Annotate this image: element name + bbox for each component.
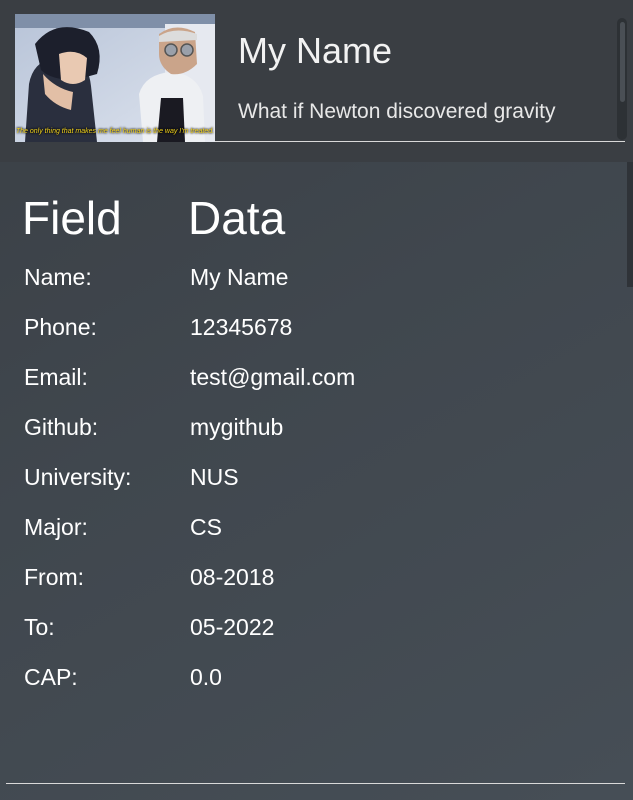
table-row: Email: test@gmail.com: [0, 352, 633, 402]
table-row: CAP: 0.0: [0, 652, 633, 702]
field-value: CS: [190, 514, 222, 540]
column-header-field: Field: [22, 192, 122, 244]
header-scroll-thumb[interactable]: [620, 22, 625, 102]
details-table: Name: My Name Phone: 12345678 Email: tes…: [0, 252, 633, 702]
bottom-divider: [6, 783, 625, 784]
field-label: Major:: [24, 514, 88, 540]
field-value: 0.0: [190, 664, 222, 690]
field-value: NUS: [190, 464, 239, 490]
field-label: CAP:: [24, 664, 78, 690]
profile-name: My Name: [238, 30, 393, 71]
profile-tagline: What if Newton discovered gravity: [238, 100, 556, 123]
field-value: 12345678: [190, 314, 293, 340]
field-label: Github:: [24, 414, 99, 440]
table-row: Github: mygithub: [0, 402, 633, 452]
field-value: 05-2022: [190, 614, 275, 640]
field-label: To:: [24, 614, 55, 640]
table-row: Phone: 12345678: [0, 302, 633, 352]
field-value: mygithub: [190, 414, 284, 440]
table-row: To: 05-2022: [0, 602, 633, 652]
field-label: Phone:: [24, 314, 97, 340]
header-divider: [215, 141, 625, 142]
field-label: Email:: [24, 364, 88, 390]
table-row: From: 08-2018: [0, 552, 633, 602]
column-header-data: Data: [188, 192, 286, 244]
field-label: Name:: [24, 264, 92, 290]
field-value: 08-2018: [190, 564, 275, 590]
field-value: My Name: [190, 264, 289, 290]
field-label: From:: [24, 564, 85, 590]
table-row: University: NUS: [0, 452, 633, 502]
table-row: Major: CS: [0, 502, 633, 552]
field-label: University:: [24, 464, 132, 490]
table-row: Name: My Name: [0, 252, 633, 302]
field-value: test@gmail.com: [190, 364, 356, 390]
image-caption: The only thing that makes me feel human …: [15, 128, 215, 135]
profile-image: The only thing that makes me feel human …: [15, 14, 215, 142]
